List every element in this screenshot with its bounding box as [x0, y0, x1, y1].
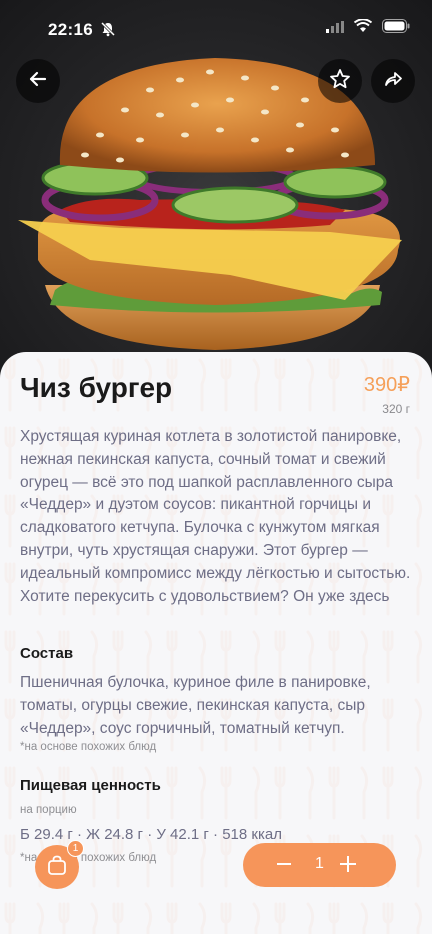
- share-icon: [383, 69, 403, 94]
- bag-icon: [46, 854, 68, 881]
- quantity-value: 1: [315, 855, 324, 872]
- product-title: Чиз бургер: [20, 372, 173, 403]
- composition-text: Пшеничная булочка, куриное филе в паниро…: [20, 674, 371, 737]
- nutrition-per-serving: на порцию: [20, 804, 77, 816]
- wifi-icon: [353, 18, 373, 38]
- composition-note: *на основе похожих блюд: [20, 741, 157, 753]
- plus-icon[interactable]: [340, 856, 356, 872]
- status-bar: 22:16: [0, 0, 432, 58]
- nutrition-heading: Пищевая ценность: [20, 777, 161, 794]
- bell-slash-icon: [100, 21, 116, 37]
- status-icons: [326, 18, 410, 38]
- quantity-stepper: 1: [243, 843, 396, 887]
- cart-count-badge: 1: [67, 840, 84, 857]
- product-weight: 320 г: [382, 402, 410, 416]
- back-button[interactable]: [16, 59, 60, 103]
- favorite-button[interactable]: [318, 59, 362, 103]
- star-icon: [329, 68, 351, 95]
- composition-heading: Состав: [20, 645, 74, 662]
- back-arrow-icon: [28, 69, 48, 94]
- share-button[interactable]: [371, 59, 415, 103]
- battery-icon: [382, 19, 410, 38]
- nutrition-values: Б 29.4 г · Ж 24.8 г · У 42.1 г · 518 кка…: [20, 826, 282, 843]
- signal-icon: [326, 20, 344, 38]
- product-price: 390₽: [363, 374, 410, 396]
- status-time: 22:16: [48, 20, 93, 39]
- product-description: Хрустящая куриная котлета в золотистой п…: [20, 428, 411, 605]
